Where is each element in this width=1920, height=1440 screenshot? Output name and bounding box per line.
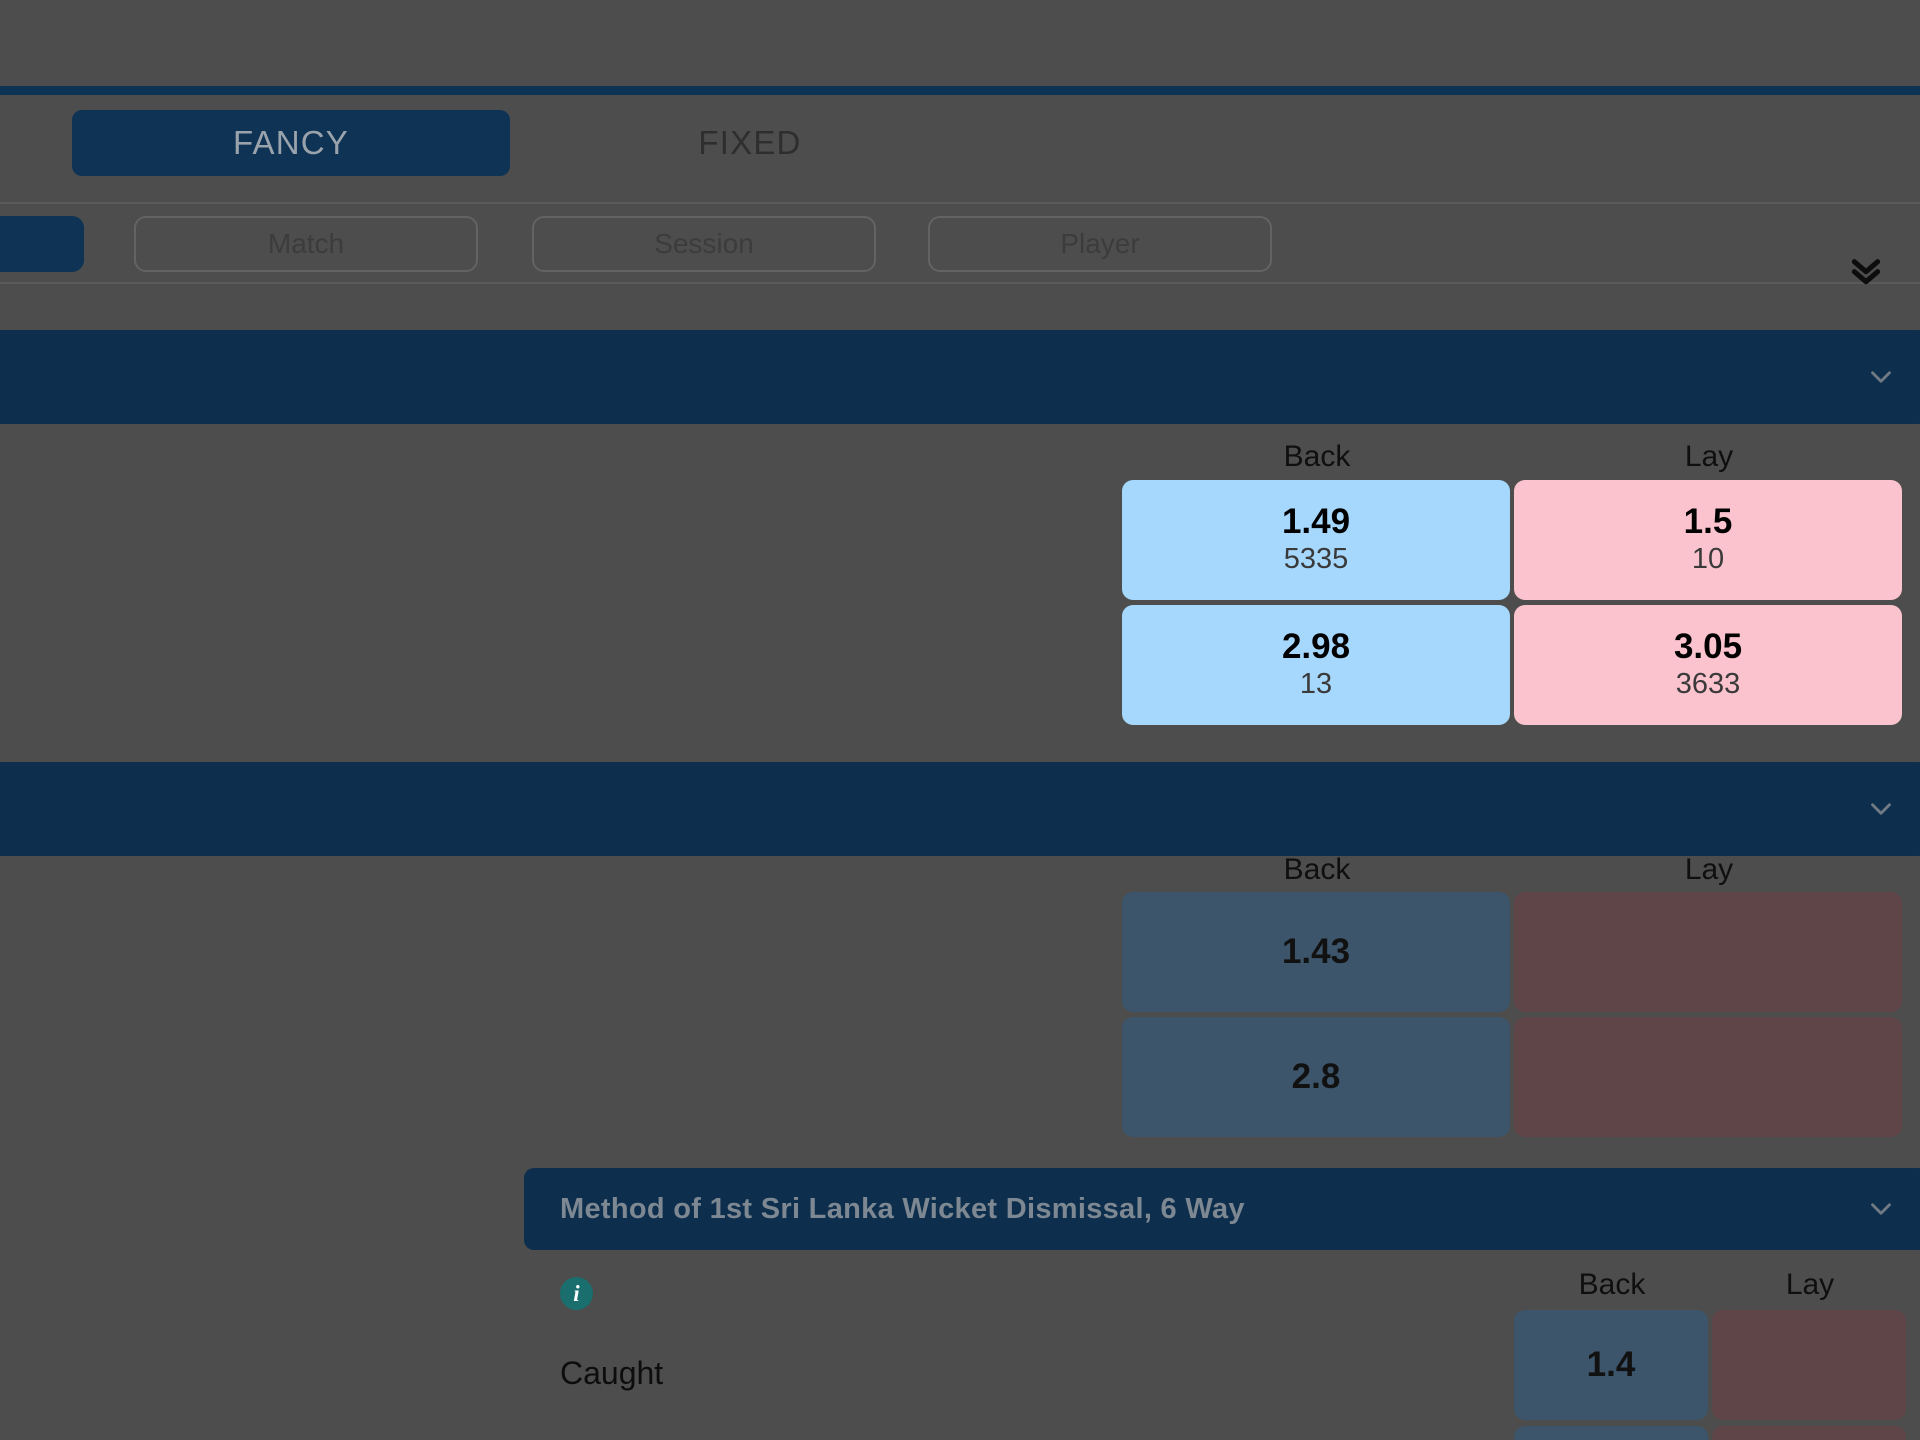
market-header-3[interactable]: Method of 1st Sri Lanka Wicket Dismissal…	[524, 1168, 1920, 1250]
odds-value: 1.5	[1683, 502, 1733, 542]
info-icon[interactable]: i	[560, 1277, 593, 1310]
market-filter-row: Match Session Player	[0, 206, 1920, 284]
runner-name-caught: Caught	[560, 1355, 664, 1391]
double-chevron-down-icon[interactable]	[1838, 242, 1894, 298]
market-type-tabbar: FANCY FIXED	[0, 95, 1920, 204]
market-header-2[interactable]	[0, 762, 1920, 856]
lay-cell-suspended[interactable]	[1712, 1310, 1906, 1420]
column-header-lay-1: Lay	[1684, 440, 1734, 473]
column-header-lay-3: Lay	[1785, 1268, 1835, 1301]
chevron-down-icon[interactable]	[1864, 1192, 1898, 1226]
odds-volume: 10	[1691, 542, 1725, 575]
lay-cell[interactable]: 3.05 3633	[1514, 605, 1902, 725]
back-cell[interactable]: 1.49 5335	[1122, 480, 1510, 600]
column-header-lay-2: Lay	[1684, 853, 1734, 886]
odds-value: 2.8	[1291, 1056, 1341, 1096]
back-cell-suspended[interactable]: 1.4	[1514, 1310, 1708, 1420]
back-cell-suspended[interactable]	[1514, 1426, 1708, 1440]
market-title-3: Method of 1st Sri Lanka Wicket Dismissal…	[560, 1192, 1245, 1225]
chevron-down-icon[interactable]	[1864, 792, 1898, 826]
tab-fixed[interactable]: FIXED	[600, 110, 900, 176]
odds-value: 1.43	[1281, 931, 1351, 971]
header-divider	[0, 86, 1920, 95]
top-spacer	[0, 0, 1920, 86]
back-cell[interactable]: 2.98 13	[1122, 605, 1510, 725]
back-cell-suspended[interactable]: 1.43	[1122, 892, 1510, 1012]
lay-cell-suspended[interactable]	[1514, 892, 1902, 1012]
market-header-1[interactable]	[0, 330, 1920, 424]
app-screen: FANCY FIXED Match Session Player Back La…	[0, 0, 1920, 1440]
odds-volume: 3633	[1675, 667, 1741, 700]
odds-volume: 13	[1299, 667, 1333, 700]
odds-volume: 5335	[1283, 542, 1349, 575]
filter-chip-player[interactable]: Player	[928, 216, 1272, 272]
filter-chip-match[interactable]: Match	[134, 216, 478, 272]
filter-chip-all[interactable]	[0, 216, 84, 272]
back-cell-suspended[interactable]: 2.8	[1122, 1017, 1510, 1137]
column-header-back-3: Back	[1578, 1268, 1646, 1301]
lay-cell-suspended[interactable]	[1514, 1017, 1902, 1137]
column-header-back-2: Back	[1283, 853, 1351, 886]
odds-value: 3.05	[1673, 627, 1743, 667]
tab-fancy[interactable]: FANCY	[72, 110, 510, 176]
odds-value: 2.98	[1281, 627, 1351, 667]
chevron-down-icon[interactable]	[1864, 360, 1898, 394]
column-header-back-1: Back	[1283, 440, 1351, 473]
odds-value: 1.4	[1586, 1344, 1636, 1384]
filter-chip-session[interactable]: Session	[532, 216, 876, 272]
lay-cell-suspended[interactable]	[1712, 1426, 1906, 1440]
odds-value: 1.49	[1281, 502, 1351, 542]
lay-cell[interactable]: 1.5 10	[1514, 480, 1902, 600]
